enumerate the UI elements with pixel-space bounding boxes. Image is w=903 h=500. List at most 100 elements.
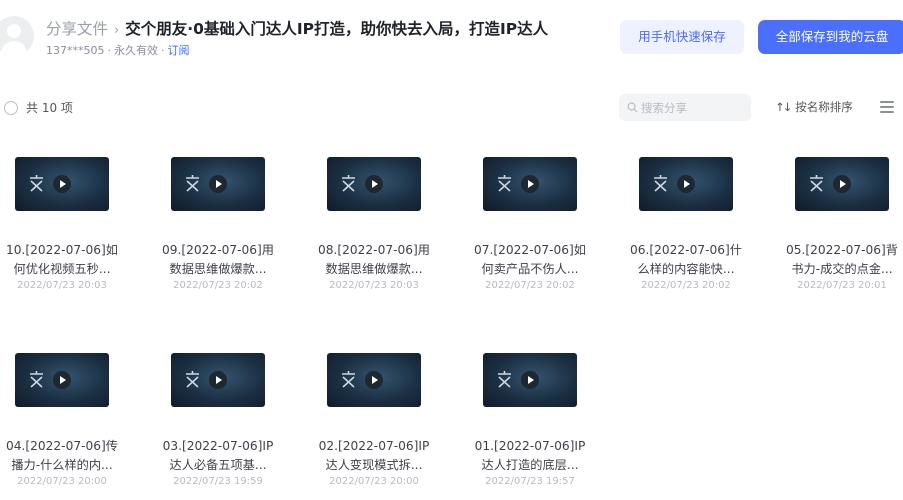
file-name[interactable]: 09.[2022-07-06]用 数据思维做爆款... [152, 241, 284, 279]
sort-label: 按名称排序 [795, 100, 853, 114]
video-thumbnail[interactable] [639, 157, 733, 211]
page-title: 交个朋友·0基础入门达人IP打造，助你快去入局，打造IP达人 [125, 20, 549, 38]
avatar [0, 16, 34, 56]
search-input[interactable]: 搜索分享 [641, 100, 687, 116]
brand-logo-icon [498, 175, 511, 192]
file-item[interactable]: 08.[2022-07-06]用 数据思维做爆款... 2022/07/23 20:… [308, 157, 440, 291]
sort-arrows-icon: ↑↓ [775, 100, 792, 114]
file-name[interactable]: 07.[2022-07-06]如 何卖产品不伤人... [464, 241, 596, 279]
file-name[interactable]: 03.[2022-07-06]IP 达人必备五项基... [152, 437, 284, 475]
select-all-checkbox[interactable] [4, 100, 18, 115]
video-thumbnail[interactable] [483, 353, 577, 407]
file-name-line-1: 09.[2022-07-06]用 [162, 243, 274, 257]
file-name-line-2: 书力-成交的点金... [791, 262, 893, 276]
file-name-line-1: 01.[2022-07-06]IP [474, 439, 586, 453]
play-icon[interactable] [521, 371, 539, 389]
file-name-line-1: 03.[2022-07-06]IP [162, 439, 274, 453]
file-item[interactable]: 05.[2022-07-06]背 书力-成交的点金... 2022/07/23 20… [776, 157, 903, 291]
title-row: 分享文件 › 交个朋友·0基础入门达人IP打造，助你快去入局，打造IP达人 [46, 17, 548, 39]
file-item[interactable]: 01.[2022-07-06]IP 达人打造的底层... 2022/07/23 19… [464, 353, 596, 487]
file-item[interactable]: 09.[2022-07-06]用 数据思维做爆款... 2022/07/23 20:… [152, 157, 284, 291]
view-mode-icon[interactable] [880, 101, 894, 116]
video-thumbnail[interactable] [171, 353, 265, 407]
brand-logo-icon [186, 371, 199, 388]
video-thumbnail[interactable] [483, 157, 577, 211]
file-name-line-2: 达人必备五项基... [169, 458, 267, 472]
validity-text: 永久有效 [114, 44, 158, 57]
video-thumbnail[interactable] [327, 157, 421, 211]
file-name[interactable]: 01.[2022-07-06]IP 达人打造的底层... [464, 437, 596, 475]
select-all[interactable]: 共 10 项 [4, 99, 73, 116]
file-date: 2022/07/23 19:57 [485, 476, 575, 487]
file-name[interactable]: 10.[2022-07-06]如 何优化视频五秒... [0, 241, 128, 279]
file-name-line-1: 04.[2022-07-06]传 [6, 439, 118, 453]
play-icon[interactable] [365, 175, 383, 193]
file-date: 2022/07/23 20:00 [329, 476, 419, 487]
file-name-line-1: 08.[2022-07-06]用 [318, 243, 430, 257]
file-name-line-2: 达人打造的底层... [481, 458, 579, 472]
video-thumbnail[interactable] [15, 353, 109, 407]
file-name-line-2: 达人变现模式拆... [325, 458, 423, 472]
save-by-phone-button[interactable]: 用手机快速保存 [620, 20, 744, 54]
file-item[interactable]: 06.[2022-07-06]什 么样的内容能快... 2022/07/23 20:… [620, 157, 752, 291]
file-name[interactable]: 02.[2022-07-06]IP 达人变现模式拆... [308, 437, 440, 475]
breadcrumb-share-files[interactable]: 分享文件 [46, 20, 108, 38]
file-item[interactable]: 04.[2022-07-06]传 播力-什么样的内... 2022/07/23 20… [0, 353, 128, 487]
file-item[interactable]: 10.[2022-07-06]如 何优化视频五秒... 2022/07/23 20:… [0, 157, 128, 291]
avatar-head [7, 24, 21, 38]
file-date: 2022/07/23 20:00 [17, 476, 107, 487]
file-name-line-2: 何优化视频五秒... [13, 262, 111, 276]
file-name-line-2: 播力-什么样的内... [11, 458, 113, 472]
file-item[interactable]: 02.[2022-07-06]IP 达人变现模式拆... 2022/07/23 20… [308, 353, 440, 487]
video-thumbnail[interactable] [171, 157, 265, 211]
separator-dot: · [107, 44, 112, 57]
share-meta: 137***505 · 永久有效 · 订阅 [46, 42, 190, 58]
play-icon[interactable] [521, 175, 539, 193]
video-thumbnail[interactable] [795, 157, 889, 211]
file-date: 2022/07/23 19:59 [173, 476, 263, 487]
subscribe-link[interactable]: 订阅 [168, 44, 190, 57]
file-item[interactable]: 07.[2022-07-06]如 何卖产品不伤人... 2022/07/23 20:… [464, 157, 596, 291]
play-icon[interactable] [833, 175, 851, 193]
file-date: 2022/07/23 20:02 [173, 280, 263, 291]
play-icon[interactable] [677, 175, 695, 193]
save-all-to-cloud-button[interactable]: 全部保存到我的云盘 [758, 20, 903, 54]
separator-dot: · [161, 44, 165, 57]
play-icon[interactable] [53, 175, 71, 193]
file-name[interactable]: 08.[2022-07-06]用 数据思维做爆款... [308, 241, 440, 279]
play-icon[interactable] [209, 371, 227, 389]
item-count: 共 10 项 [26, 101, 73, 115]
avatar-body [1, 41, 27, 56]
brand-logo-icon [498, 371, 511, 388]
video-thumbnail[interactable] [15, 157, 109, 211]
file-item[interactable]: 03.[2022-07-06]IP 达人必备五项基... 2022/07/23 19… [152, 353, 284, 487]
file-date: 2022/07/23 20:03 [17, 280, 107, 291]
brand-logo-icon [30, 371, 43, 388]
file-date: 2022/07/23 20:03 [329, 280, 419, 291]
play-icon[interactable] [365, 371, 383, 389]
play-icon[interactable] [53, 371, 71, 389]
brand-logo-icon [654, 175, 667, 192]
file-name[interactable]: 05.[2022-07-06]背 书力-成交的点金... [776, 241, 903, 279]
file-name-line-2: 数据思维做爆款... [325, 262, 423, 276]
brand-logo-icon [342, 371, 355, 388]
file-name[interactable]: 06.[2022-07-06]什 么样的内容能快... [620, 241, 752, 279]
file-name[interactable]: 04.[2022-07-06]传 播力-什么样的内... [0, 437, 128, 475]
file-name-line-2: 何卖产品不伤人... [481, 262, 579, 276]
play-icon[interactable] [209, 175, 227, 193]
brand-logo-icon [342, 175, 355, 192]
file-name-line-1: 07.[2022-07-06]如 [474, 243, 586, 257]
brand-logo-icon [30, 175, 43, 192]
brand-logo-icon [186, 175, 199, 192]
file-name-line-1: 02.[2022-07-06]IP [318, 439, 430, 453]
file-name-line-1: 10.[2022-07-06]如 [6, 243, 118, 257]
search-icon [627, 102, 638, 113]
file-name-line-1: 05.[2022-07-06]背 [786, 243, 898, 257]
file-name-line-1: 06.[2022-07-06]什 [630, 243, 742, 257]
file-date: 2022/07/23 20:02 [641, 280, 731, 291]
file-name-line-2: 数据思维做爆款... [169, 262, 267, 276]
search-box[interactable]: 搜索分享 [619, 94, 751, 121]
video-thumbnail[interactable] [327, 353, 421, 407]
sort-button[interactable]: ↑↓ 按名称排序 [775, 99, 853, 115]
file-name-line-2: 么样的内容能快... [637, 262, 735, 276]
